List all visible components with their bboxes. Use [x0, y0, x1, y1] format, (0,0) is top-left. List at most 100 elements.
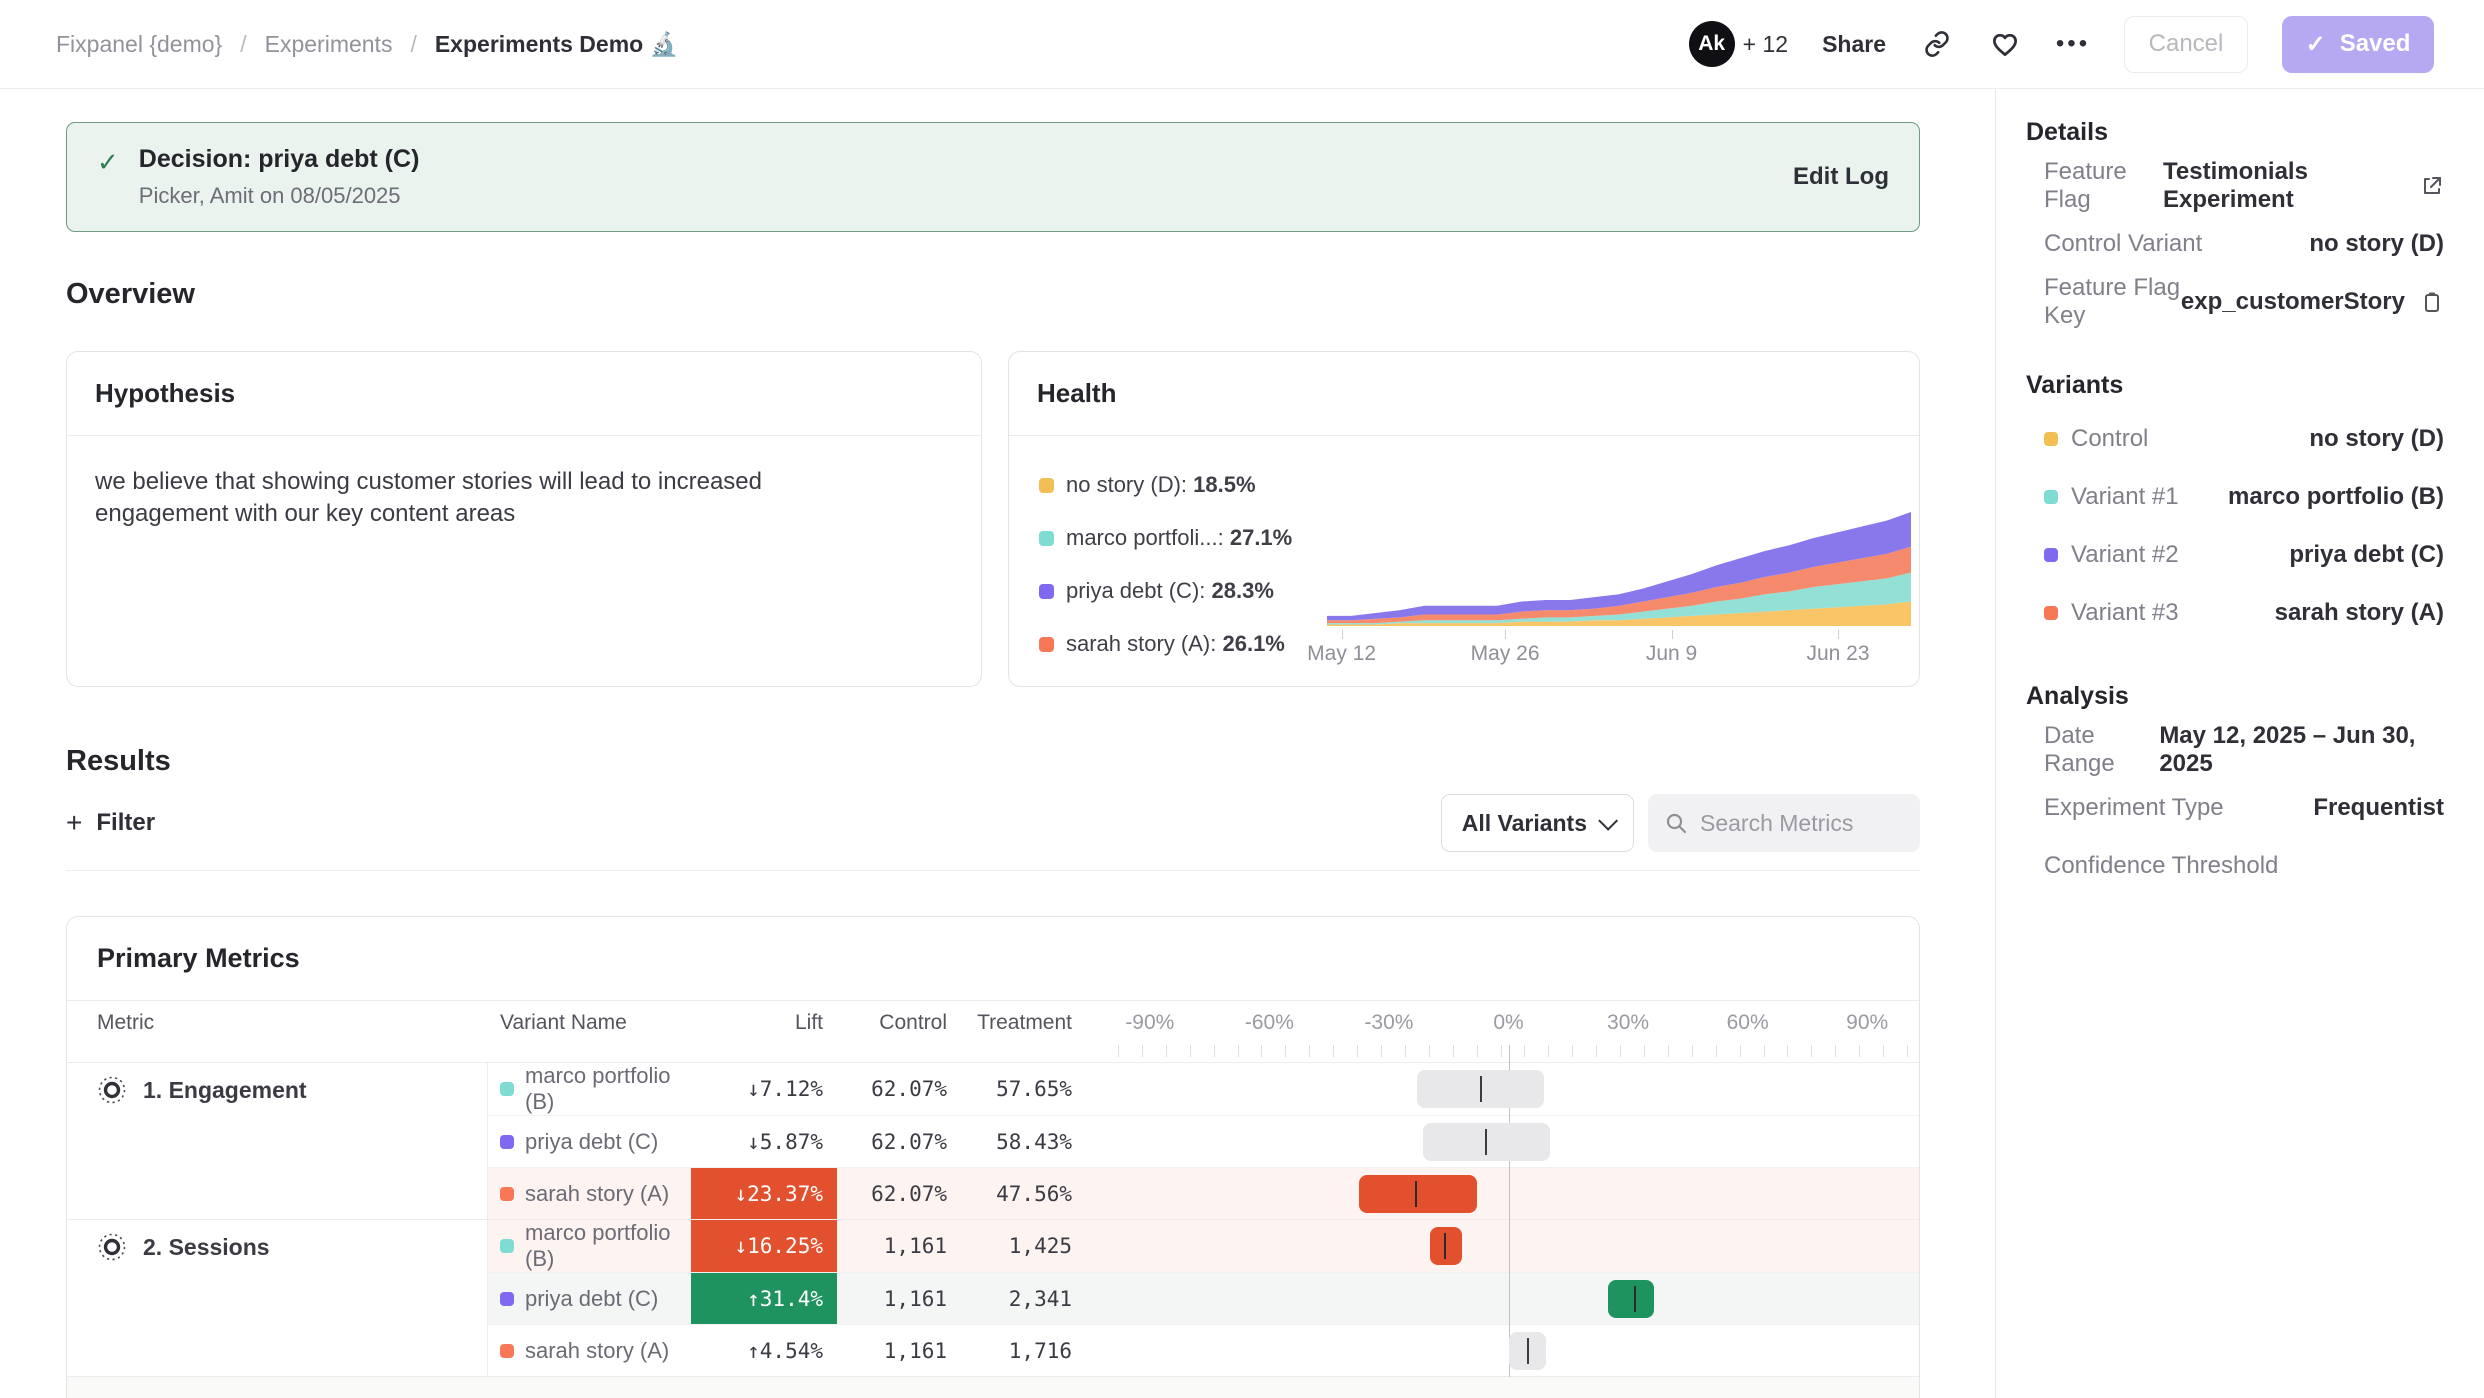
add-filter-button[interactable]: + Filter	[66, 809, 155, 837]
lift-midline	[1444, 1233, 1446, 1259]
health-x-axis: May 12May 26Jun 9Jun 23	[1327, 630, 1911, 672]
table-row[interactable]: priya debt (C)↓5.87%62.07%58.43%	[488, 1115, 1919, 1167]
results-heading: Results	[66, 745, 1920, 778]
saved-check-icon: ✓	[2306, 30, 2326, 59]
copy-link-icon[interactable]	[1920, 27, 1954, 61]
health-card: Health no story (D): 18.5% marco portfoli…	[1008, 351, 1920, 687]
primary-metrics-card: Primary Metrics Metric Variant Name Lift…	[66, 916, 1920, 1398]
table-row[interactable]: sarah story (A)↓23.37%62.07%47.56%	[488, 1167, 1919, 1219]
table-row[interactable]: priya debt (C)↑31.4%1,1612,341	[488, 1272, 1919, 1324]
lift-midline	[1415, 1181, 1417, 1207]
variant-swatch	[500, 1187, 514, 1201]
lift-value: ↑31.4%	[691, 1273, 837, 1324]
variant-swatch	[500, 1344, 514, 1358]
x-tick-label: Jun 23	[1806, 642, 1869, 666]
details-heading: Details	[2026, 118, 2444, 147]
col-variant-name: Variant Name	[488, 1001, 691, 1045]
metric-group: 1. Engagementmarco portfolio (B)↓7.12%62…	[67, 1062, 1919, 1219]
metric-name-cell[interactable]: 1. Engagement	[67, 1063, 488, 1219]
table-header-row: Metric Variant Name Lift Control Treatme…	[67, 1001, 1919, 1045]
more-menu-icon[interactable]: •••	[2056, 27, 2090, 61]
lift-midline	[1480, 1076, 1482, 1102]
lift-value: ↓7.12%	[691, 1063, 837, 1115]
main-content: ✓ Decision: priya debt (C) Picker, Amit …	[0, 89, 1995, 1398]
favorite-icon[interactable]	[1988, 27, 2022, 61]
lift-axis-label: 0%	[1493, 1011, 1523, 1035]
control-value: 62.07%	[837, 1116, 961, 1167]
legend-swatch	[1039, 637, 1054, 652]
table-row[interactable]: marco portfolio (B)↓7.12%62.07%57.65%	[488, 1063, 1919, 1115]
detail-row-feature-flag-key: Feature Flag Key exp_customerStory	[2026, 273, 2444, 331]
treatment-value: 57.65%	[961, 1063, 1086, 1115]
legend-swatch	[1039, 584, 1054, 599]
right-sidebar: Details Feature Flag Testimonials Experi…	[1995, 89, 2484, 1398]
breadcrumb-current: Experiments Demo 🔬	[435, 31, 678, 58]
confidence-interval-cell	[1106, 1273, 1919, 1324]
avatar[interactable]: Ak	[1689, 21, 1735, 67]
cancel-button[interactable]: Cancel	[2124, 16, 2248, 73]
stacked-area-chart	[1327, 472, 1911, 630]
feature-flag-link[interactable]: Testimonials Experiment	[2163, 158, 2405, 214]
table-row[interactable]: sarah story (A)↑4.54%1,1611,716	[488, 1324, 1919, 1376]
col-treatment: Treatment	[961, 1001, 1086, 1045]
share-button[interactable]: Share	[1822, 31, 1886, 58]
decision-check-icon: ✓	[97, 147, 119, 209]
variant-swatch	[500, 1082, 514, 1096]
collaborators[interactable]: Ak + 12	[1689, 21, 1788, 67]
variant-name-cell: priya debt (C)	[488, 1273, 691, 1324]
decision-meta: Picker, Amit on 08/05/2025	[139, 183, 420, 209]
analysis-row-experiment-type: Experiment Type Frequentist	[2026, 779, 2444, 837]
hypothesis-body: we believe that showing customer stories…	[67, 436, 887, 561]
variant-swatch	[2044, 606, 2058, 620]
add-metric-button[interactable]: + Add	[67, 1376, 1919, 1398]
legend-item[interactable]: marco portfoli...: 27.1%	[1039, 525, 1321, 551]
health-legend: no story (D): 18.5% marco portfoli...: 27…	[1009, 436, 1321, 694]
copy-clipboard-icon[interactable]	[2420, 290, 2444, 314]
col-control: Control	[837, 1001, 961, 1045]
search-metrics-input[interactable]	[1700, 810, 1900, 837]
breadcrumb-project[interactable]: Fixpanel {demo}	[56, 31, 222, 58]
treatment-value: 47.56%	[961, 1168, 1086, 1219]
external-link-icon[interactable]	[2420, 174, 2444, 198]
table-row[interactable]: marco portfolio (B)↓16.25%1,1611,425	[488, 1220, 1919, 1272]
confidence-interval-bar[interactable]	[1430, 1227, 1462, 1265]
health-chart: May 12May 26Jun 9Jun 23	[1321, 436, 1919, 694]
variant-value: priya debt (C)	[2289, 541, 2444, 569]
control-value: 1,161	[837, 1273, 961, 1324]
search-icon	[1664, 811, 1688, 835]
metric-target-icon	[97, 1075, 127, 1105]
saved-button[interactable]: ✓ Saved	[2282, 16, 2434, 73]
metric-name-cell[interactable]: 2. Sessions	[67, 1220, 488, 1376]
lift-value: ↑4.54%	[691, 1325, 837, 1376]
search-metrics-box[interactable]	[1648, 794, 1920, 852]
all-variants-dropdown[interactable]: All Variants	[1441, 794, 1634, 852]
confidence-interval-bar[interactable]	[1608, 1280, 1655, 1318]
lift-midline	[1527, 1338, 1529, 1364]
confidence-interval-cell	[1106, 1116, 1919, 1167]
lift-axis-label: -30%	[1364, 1011, 1413, 1035]
variant-swatch	[2044, 548, 2058, 562]
control-value: 62.07%	[837, 1168, 961, 1219]
confidence-interval-bar[interactable]	[1359, 1175, 1477, 1213]
confidence-interval-bar[interactable]	[1509, 1332, 1546, 1370]
treatment-value: 2,341	[961, 1273, 1086, 1324]
legend-item[interactable]: sarah story (A): 26.1%	[1039, 631, 1321, 657]
treatment-value: 1,716	[961, 1325, 1086, 1376]
variant-row: Variant #3sarah story (A)	[2026, 584, 2444, 642]
confidence-interval-bar[interactable]	[1417, 1070, 1545, 1108]
variant-row: Variant #2priya debt (C)	[2026, 526, 2444, 584]
confidence-interval-cell	[1106, 1220, 1919, 1272]
confidence-interval-bar[interactable]	[1423, 1123, 1551, 1161]
variant-value: sarah story (A)	[2275, 599, 2444, 627]
legend-item[interactable]: no story (D): 18.5%	[1039, 472, 1321, 498]
legend-item[interactable]: priya debt (C): 28.3%	[1039, 578, 1321, 604]
treatment-value: 58.43%	[961, 1116, 1086, 1167]
confidence-interval-cell	[1106, 1168, 1919, 1219]
metric-target-icon	[97, 1232, 127, 1262]
edit-log-button[interactable]: Edit Log	[1793, 163, 1889, 191]
chevron-down-icon	[1598, 811, 1618, 831]
variants-heading: Variants	[2026, 371, 2444, 400]
health-title: Health	[1009, 352, 1919, 436]
breadcrumb-experiments[interactable]: Experiments	[265, 31, 393, 58]
lift-axis-label: 90%	[1846, 1011, 1888, 1035]
